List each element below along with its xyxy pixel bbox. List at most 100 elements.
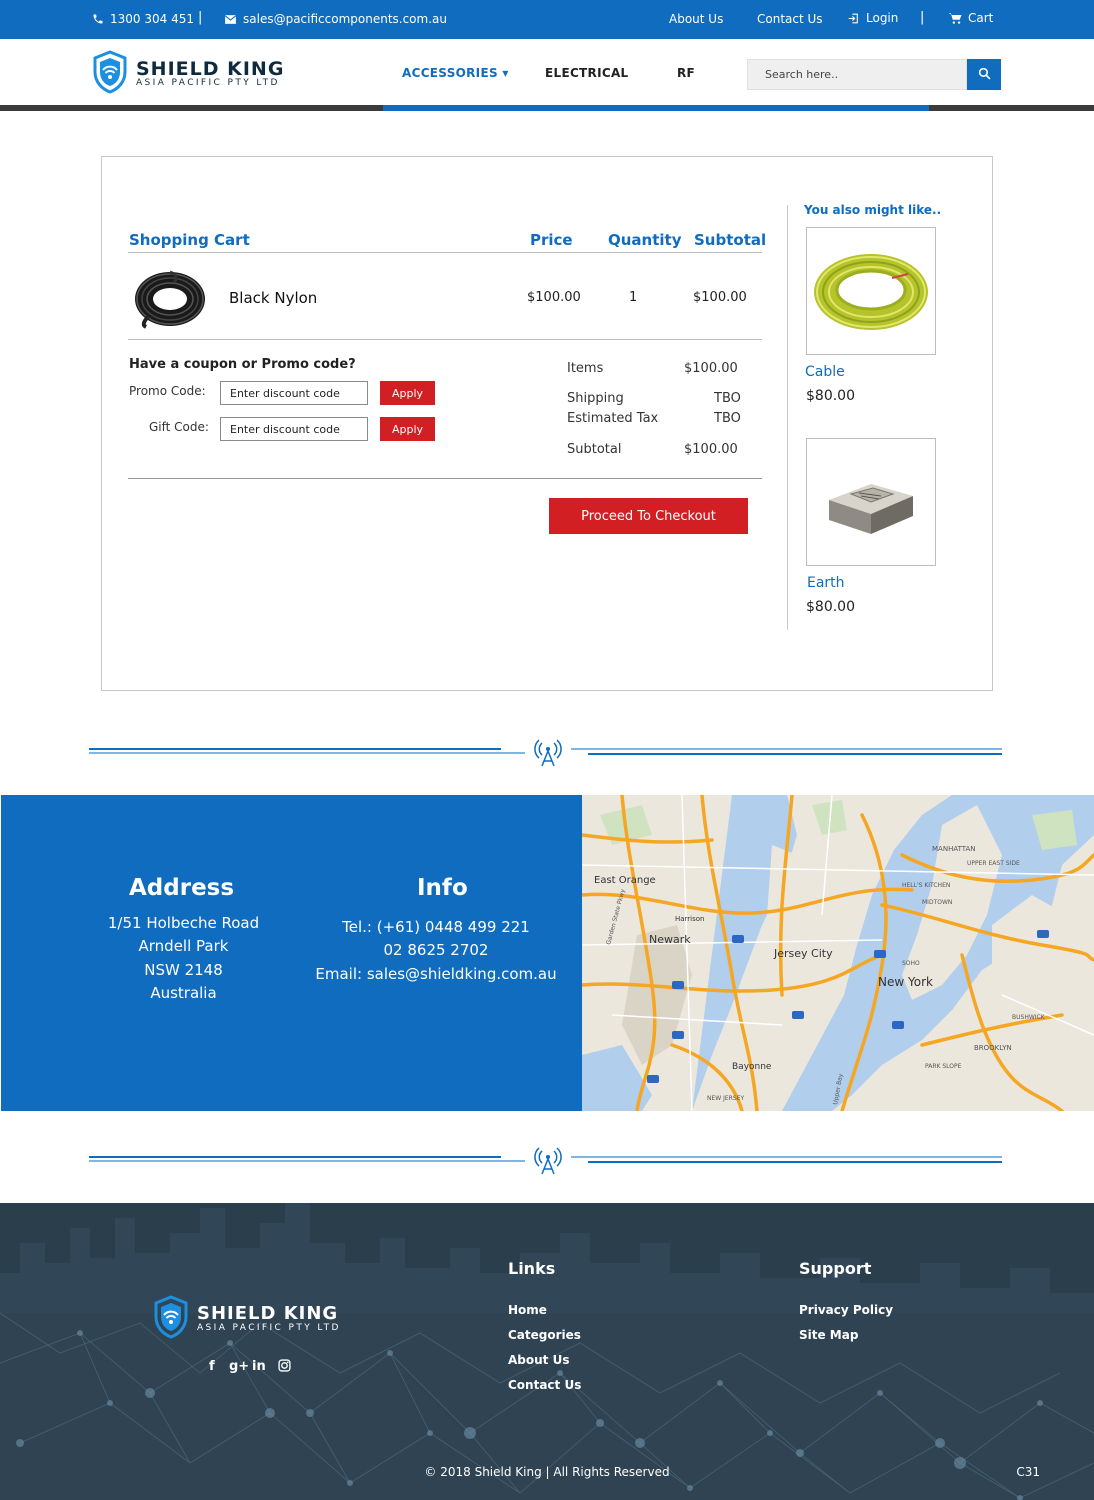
footer-link-home[interactable]: Home (508, 1303, 547, 1317)
address-line-4: Australia (150, 984, 217, 1002)
footer-link-site-map[interactable]: Site Map (799, 1328, 858, 1342)
tax-label: Estimated Tax (567, 411, 659, 426)
apply-gift-button[interactable]: Apply (380, 417, 435, 441)
cart-link[interactable]: Cart (948, 11, 993, 25)
nav-electrical[interactable]: ELECTRICAL (545, 66, 628, 80)
tax-value: TBO (714, 411, 741, 426)
cable-product-image[interactable] (806, 227, 936, 355)
about-us-label: About Us (669, 12, 724, 26)
search-box (747, 59, 1001, 90)
cart-label: Cart (968, 11, 994, 25)
phone-primary[interactable]: Tel.: (+61) 0448 499 221 (291, 918, 581, 936)
support-heading: Support (799, 1259, 872, 1278)
price-column-header: Price (530, 231, 573, 249)
cart-icon (948, 12, 962, 25)
main-header: SHIELD KING ASIA PACIFIC PTY LTD ACCESSO… (0, 39, 1094, 105)
contact-us-link[interactable]: Contact Us (757, 12, 823, 26)
map-label-bayonne: Bayonne (732, 1062, 772, 1072)
quantity-column-header: Quantity (608, 231, 682, 249)
divider (128, 339, 762, 340)
login-icon (847, 12, 860, 25)
map-label-upper-east-side: UPPER EAST SIDE (967, 860, 1020, 867)
proceed-to-checkout-button[interactable]: Proceed To Checkout (549, 498, 748, 534)
divider (128, 478, 762, 479)
footer-brand-subtitle: ASIA PACIFIC PTY LTD (197, 1323, 341, 1333)
login-label: Login (866, 11, 899, 25)
cart-item-quantity[interactable]: 1 (629, 290, 637, 305)
items-label: Items (567, 361, 604, 376)
map-label-bushwick: BUSHWICK (1012, 1014, 1046, 1021)
brand-name: SHIELD KING (136, 58, 285, 80)
section-divider (89, 1146, 1002, 1176)
brand-logo[interactable]: SHIELD KING ASIA PACIFIC PTY LTD (92, 50, 284, 98)
cart-item-subtotal: $100.00 (693, 290, 747, 305)
black-nylon-product-image[interactable] (130, 265, 210, 331)
site-footer: SHIELD KING ASIA PACIFIC PTY LTD f g+ in… (0, 1203, 1094, 1500)
sidebar-divider (787, 205, 788, 630)
contact-email[interactable]: Email: sales@shieldking.com.au (291, 965, 581, 983)
phone-link[interactable]: 1300 304 451 (92, 12, 194, 26)
nav-rf[interactable]: RF (677, 66, 695, 80)
links-heading: Links (508, 1259, 556, 1278)
facebook-icon[interactable]: f (209, 1359, 215, 1374)
map-label-new-jersey: NEW JERSEY (707, 1095, 744, 1102)
phone-text: 1300 304 451 (110, 12, 194, 26)
divider (128, 252, 762, 253)
about-us-link[interactable]: About Us (669, 12, 723, 26)
address-heading: Address (129, 875, 235, 901)
gift-code-label: Gift Code: (149, 420, 209, 434)
cart-panel: Shopping Cart Price Quantity Subtotal Bl… (101, 156, 993, 691)
summary-subtotal-label: Subtotal (567, 442, 622, 457)
map-label-park-slope: PARK SLOPE (925, 1063, 962, 1070)
info-heading: Info (417, 875, 468, 901)
subtotal-column-header: Subtotal (694, 231, 767, 249)
antenna-icon (534, 739, 562, 767)
map-label-manhattan: MANHATTAN (932, 845, 975, 853)
map-label-east-orange: East Orange (594, 875, 656, 886)
nav-accessories[interactable]: ACCESSORIES ▾ (402, 66, 509, 80)
location-map[interactable]: East Orange Harrison Newark Jersey City … (582, 795, 1094, 1111)
contact-us-label: Contact Us (757, 12, 823, 26)
gift-code-input[interactable] (220, 417, 368, 441)
instagram-icon[interactable] (278, 1359, 291, 1376)
map-label-harrison: Harrison (675, 915, 705, 923)
promo-code-input[interactable] (220, 381, 368, 405)
linkedin-icon[interactable]: in (252, 1359, 266, 1374)
contact-section: Address 1/51 Holbeche Road Arndell Park … (1, 795, 582, 1111)
shipping-value: TBO (714, 391, 741, 406)
map-label-brooklyn: BROOKLYN (974, 1044, 1012, 1052)
apply-promo-button[interactable]: Apply (380, 381, 435, 405)
phone-icon (92, 13, 104, 25)
separator: | (198, 10, 203, 25)
search-button[interactable] (967, 59, 1001, 90)
login-link[interactable]: Login (847, 11, 898, 25)
footer-logo[interactable]: SHIELD KING ASIA PACIFIC PTY LTD (153, 1295, 341, 1343)
google-plus-icon[interactable]: g+ (229, 1359, 249, 1374)
coupon-heading: Have a coupon or Promo code? (129, 357, 356, 372)
promo-code-label: Promo Code: (129, 384, 206, 398)
map-label-jersey-city: Jersey City (773, 947, 833, 960)
section-divider (89, 738, 1002, 768)
email-link[interactable]: sales@pacificcomponents.com.au (224, 12, 447, 26)
search-input[interactable] (747, 59, 967, 90)
footer-link-about-us[interactable]: About Us (508, 1353, 569, 1367)
footer-background (0, 1203, 1094, 1500)
cable-product-name[interactable]: Cable (805, 364, 845, 380)
footer-link-privacy-policy[interactable]: Privacy Policy (799, 1303, 893, 1317)
cart-title: Shopping Cart (129, 231, 250, 249)
brand-subtitle: ASIA PACIFIC PTY LTD (136, 78, 280, 88)
cable-product-price: $80.00 (806, 388, 855, 404)
footer-link-contact-us[interactable]: Contact Us (508, 1378, 581, 1392)
earth-product-name[interactable]: Earth (807, 575, 845, 591)
brand-text: SHIELD KING ASIA PACIFIC PTY LTD (136, 58, 285, 89)
map-label-midtown: MIDTOWN (922, 899, 952, 906)
phone-secondary[interactable]: 02 8625 2702 (291, 941, 581, 959)
earth-product-price: $80.00 (806, 599, 855, 615)
footer-link-categories[interactable]: Categories (508, 1328, 581, 1342)
map-label-newark: Newark (649, 933, 691, 946)
summary-subtotal-value: $100.00 (684, 442, 738, 457)
items-value: $100.00 (684, 361, 738, 376)
map-label-new-york: New York (878, 975, 933, 989)
cart-item-name[interactable]: Black Nylon (229, 289, 317, 307)
earth-product-image[interactable] (806, 438, 936, 566)
